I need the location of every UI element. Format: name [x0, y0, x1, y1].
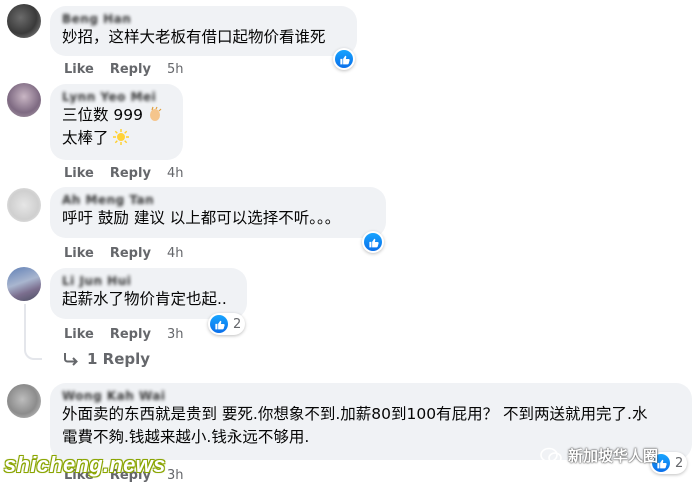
sun-emoji — [112, 129, 129, 145]
thread-connector — [24, 344, 42, 360]
comment-bubble: Ah Meng Tan 呼吁 鼓励 建议 以上都可以选择不听。。。 — [50, 187, 386, 238]
comment-actions: Like Reply 3h — [64, 325, 199, 343]
watermark-left: shicheng.news — [4, 452, 166, 477]
like-icon — [335, 50, 353, 68]
comment-author[interactable]: Ah Meng Tan — [62, 193, 374, 207]
reply-button[interactable]: Reply — [110, 327, 151, 342]
reaction-summary[interactable] — [362, 231, 384, 253]
comment-text-line: 太棒了 — [62, 127, 171, 150]
comment-text: 起薪水了物价肯定也起.. — [62, 290, 227, 308]
comment-bubble: Li Jun Hui 起薪水了物价肯定也起.. — [50, 268, 247, 319]
wechat-icon — [540, 447, 562, 465]
avatar[interactable] — [7, 188, 41, 222]
comment-text: 呼吁 鼓励 建议 以上都可以选择不听。。。 — [62, 209, 341, 227]
view-replies-label: 1 Reply — [87, 350, 151, 368]
like-button[interactable]: Like — [64, 62, 94, 77]
view-replies-button[interactable]: 1 Reply — [63, 350, 150, 368]
like-button[interactable]: Like — [64, 166, 94, 181]
timestamp[interactable]: 4h — [167, 166, 184, 181]
reaction-count: 2 — [675, 455, 684, 471]
watermark-right: 新加坡华人圈 — [540, 445, 658, 466]
comment-text-line: 三位数 999 — [62, 104, 171, 127]
comment-actions: Like Reply 5h — [64, 60, 199, 78]
comment-text: 妙招，这样大老板有借口起物价看谁死 — [62, 28, 326, 46]
clapping-hands-emoji — [147, 106, 163, 122]
timestamp[interactable]: 5h — [167, 62, 184, 77]
timestamp[interactable]: 3h — [167, 327, 184, 342]
reply-button[interactable]: Reply — [110, 246, 151, 261]
reaction-summary[interactable]: 2 — [208, 313, 246, 335]
avatar[interactable] — [7, 4, 41, 38]
comment-actions: Like Reply 4h — [64, 164, 199, 182]
comment-text: 外面卖的东西就是贵到 要死.你想象不到.加薪80到100有屁用？ 不到两送就用完… — [62, 405, 648, 423]
reply-arrow-icon — [63, 352, 79, 366]
comment-author[interactable]: Beng Han — [62, 12, 345, 26]
comment-bubble: Lynn Yeo Mei 三位数 999 太棒了 — [50, 84, 183, 160]
comment-author[interactable]: Wong Kah Wai — [62, 389, 680, 403]
avatar[interactable] — [7, 267, 41, 301]
comment-text: 太棒了 — [62, 129, 109, 147]
reaction-summary[interactable] — [333, 48, 355, 70]
like-button[interactable]: Like — [64, 246, 94, 261]
avatar[interactable] — [7, 384, 41, 418]
comment-bubble: Beng Han 妙招，这样大老板有借口起物价看谁死 — [50, 6, 357, 56]
reaction-count: 2 — [233, 316, 242, 332]
comment-author[interactable]: Li Jun Hui — [62, 274, 235, 288]
watermark-right-text: 新加坡华人圈 — [568, 447, 659, 465]
like-icon — [210, 315, 228, 333]
reply-button[interactable]: Reply — [110, 62, 151, 77]
timestamp[interactable]: 4h — [167, 246, 184, 261]
avatar[interactable] — [7, 83, 41, 117]
like-icon — [364, 233, 382, 251]
reply-button[interactable]: Reply — [110, 166, 151, 181]
comment-actions: Like Reply 4h — [64, 244, 199, 262]
timestamp[interactable]: 3h — [167, 468, 184, 483]
thread-line — [24, 304, 26, 344]
comment-author[interactable]: Lynn Yeo Mei — [62, 90, 171, 104]
like-button[interactable]: Like — [64, 327, 94, 342]
comment-text: 三位数 999 — [62, 106, 144, 124]
